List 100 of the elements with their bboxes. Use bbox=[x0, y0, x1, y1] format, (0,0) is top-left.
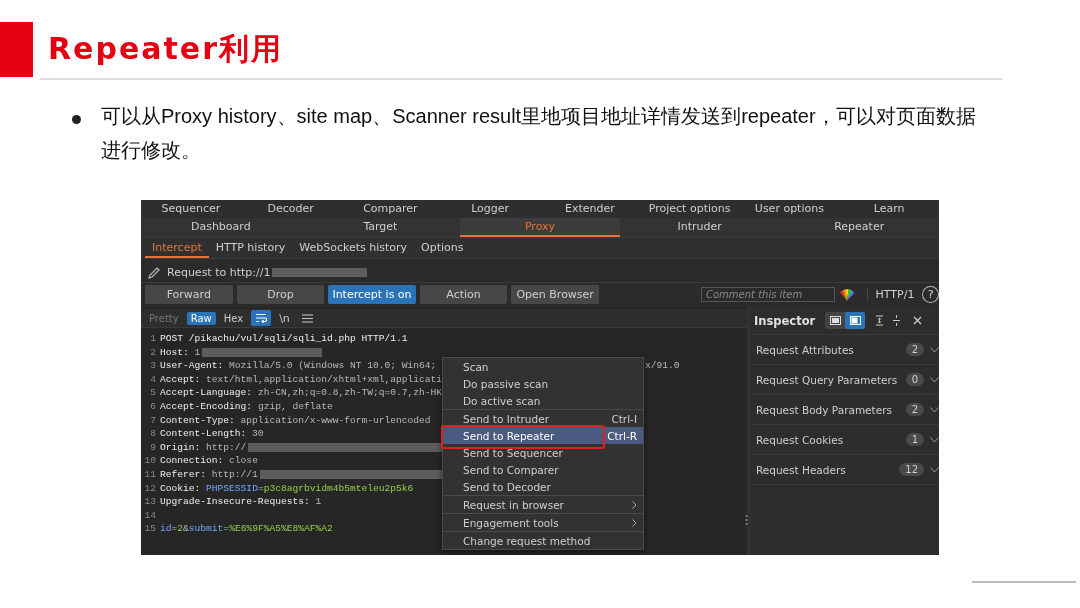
code-line: Accept-Language: zh-CN,zh;q=0.8,zh-TW;q=0.7,zh-HK bbox=[160, 386, 443, 400]
bullet-icon bbox=[72, 115, 81, 124]
wrap-icon bbox=[255, 313, 268, 323]
tool-tab[interactable]: User options bbox=[739, 200, 840, 218]
menu-item[interactable]: Do active scan bbox=[443, 392, 643, 409]
menu-item-label: Send to Intruder bbox=[463, 412, 549, 425]
menu-item-label: Send to Decoder bbox=[463, 480, 551, 493]
inspector-section[interactable]: Request Headers 12 bbox=[750, 455, 939, 485]
layout-button[interactable] bbox=[845, 312, 866, 329]
newline-button[interactable]: \n bbox=[275, 310, 294, 326]
menu-item[interactable]: Send to Sequencer bbox=[443, 444, 643, 461]
sub-tab[interactable]: WebSockets history bbox=[292, 238, 415, 258]
tool-tab[interactable]: Project options bbox=[639, 200, 740, 218]
line-number: 11 bbox=[143, 467, 157, 482]
menu-item[interactable]: Send to Decoder bbox=[443, 478, 643, 495]
main-tab[interactable]: Proxy bbox=[460, 218, 620, 237]
menu-item[interactable]: Do passive scan bbox=[443, 375, 643, 392]
main-tab[interactable]: Dashboard bbox=[141, 218, 301, 237]
code-line: id=2&submit=%E6%9F%A5%E8%AF%A2 bbox=[160, 522, 333, 536]
menu-item[interactable]: Engagement tools bbox=[443, 514, 643, 531]
code-line: User-Agent: Mozilla/5.0 (Windows NT 10.0; Win64; bbox=[160, 359, 437, 373]
chevron-down-icon[interactable] bbox=[930, 346, 939, 353]
tool-tab[interactable]: Extender bbox=[540, 200, 640, 218]
tool-tab[interactable]: Learn bbox=[839, 200, 939, 218]
chevron-down-icon[interactable] bbox=[930, 406, 939, 413]
expand-icon[interactable] bbox=[875, 315, 885, 326]
code-line: Cookie: PHPSESSID=p3c8agrbvidm4b5mteleu2p5k6 bbox=[160, 481, 414, 496]
code-line: Origin: http:// bbox=[160, 440, 247, 455]
wrap-button[interactable] bbox=[251, 310, 272, 326]
toolbar-button[interactable]: Forward bbox=[145, 285, 233, 304]
menu-item-label: Do active scan bbox=[463, 394, 541, 407]
menu-item[interactable]: Change request method bbox=[443, 532, 643, 549]
line-number: 13 bbox=[143, 495, 157, 509]
menu-item[interactable]: Send to Intruder Ctrl-I bbox=[443, 410, 643, 427]
section-label: Request Attributes bbox=[756, 343, 855, 356]
tool-tab[interactable]: Logger bbox=[440, 200, 540, 218]
toolbar-button[interactable]: Open Browser bbox=[511, 285, 599, 304]
tool-tab[interactable]: Comparer bbox=[340, 200, 441, 218]
request-url: Request to http://1 bbox=[167, 266, 271, 279]
comment-field[interactable]: Comment this item bbox=[700, 287, 835, 302]
main-tab[interactable]: Intruder bbox=[619, 218, 780, 237]
toolbar-button[interactable]: Drop bbox=[236, 285, 325, 304]
toolbar-button[interactable]: Action bbox=[419, 285, 508, 304]
code-line: Connection: close bbox=[160, 454, 258, 468]
line-number: 7 bbox=[149, 413, 157, 428]
panel-layout-icon bbox=[829, 316, 841, 325]
sub-tab[interactable]: Options bbox=[414, 238, 471, 258]
shortcut-label: Ctrl-R bbox=[607, 429, 637, 442]
bullet-text: 可以从Proxy history、site map、Scanner result里地项目地址详情发送到repeater，可以对页面数据进行修改。 bbox=[101, 104, 977, 163]
chevron-down-icon[interactable] bbox=[930, 466, 939, 473]
view-tab[interactable]: Raw bbox=[186, 311, 216, 325]
menu-item-label: Do passive scan bbox=[463, 377, 549, 390]
count-badge: 12 bbox=[899, 463, 924, 476]
line-number: 1 bbox=[149, 332, 157, 346]
view-tab[interactable]: Hex bbox=[219, 311, 248, 325]
pencil-icon bbox=[147, 265, 161, 280]
chevron-down-icon[interactable] bbox=[930, 376, 939, 383]
toolbar-button[interactable]: Intercept is on bbox=[328, 285, 416, 304]
inspector-section[interactable]: Request Body Parameters 2 bbox=[750, 395, 939, 425]
line-number: 14 bbox=[143, 508, 157, 523]
menu-icon bbox=[301, 313, 313, 323]
count-badge: 2 bbox=[905, 403, 924, 416]
code-line: Accept-Encoding: gzip, deflate bbox=[160, 399, 333, 414]
line-number: 6 bbox=[149, 399, 157, 414]
main-tab[interactable]: Repeater bbox=[779, 218, 939, 237]
inspector-section[interactable]: Request Attributes 2 bbox=[750, 335, 939, 365]
side-panel-icon bbox=[849, 316, 861, 325]
collapse-icon[interactable] bbox=[892, 315, 902, 326]
code-line: x/91.0 bbox=[645, 359, 680, 373]
inspector-section[interactable]: Request Query Parameters 0 bbox=[750, 365, 939, 395]
highlight-color-icon[interactable] bbox=[838, 287, 855, 302]
line-number: 8 bbox=[149, 427, 157, 441]
code-line: Host: 1 bbox=[160, 345, 201, 360]
section-label: Request Body Parameters bbox=[756, 403, 893, 416]
line-number: 5 bbox=[149, 386, 157, 400]
tool-tab[interactable]: Decoder bbox=[240, 200, 341, 218]
menu-item[interactable]: Send to Comparer bbox=[443, 461, 643, 478]
line-number: 2 bbox=[149, 345, 157, 360]
tool-tab[interactable]: Sequencer bbox=[141, 200, 241, 218]
menu-item[interactable]: Send to Repeater Ctrl-R bbox=[443, 427, 643, 444]
menu-item[interactable]: Request in browser bbox=[443, 496, 643, 513]
resize-grip-icon[interactable] bbox=[745, 515, 748, 525]
code-line: Accept: text/html,application/xhtml+xml,applicati bbox=[160, 372, 443, 387]
menu-item-label: Engagement tools bbox=[463, 516, 559, 529]
section-label: Request Query Parameters bbox=[756, 373, 899, 386]
line-number: 15 bbox=[143, 522, 157, 536]
section-label: Request Headers bbox=[756, 463, 847, 476]
sub-tab[interactable]: HTTP history bbox=[208, 238, 293, 258]
count-badge: 0 bbox=[905, 373, 924, 386]
line-number: 10 bbox=[143, 454, 157, 468]
menu-item[interactable]: Scan bbox=[443, 358, 643, 375]
section-label: Request Cookies bbox=[756, 433, 845, 446]
panel-title: Inspector bbox=[754, 313, 816, 328]
sub-tab[interactable]: Intercept bbox=[145, 238, 209, 258]
chevron-down-icon[interactable] bbox=[930, 436, 939, 443]
protocol-label[interactable]: HTTP/1 bbox=[866, 288, 915, 301]
main-tab[interactable]: Target bbox=[300, 218, 461, 237]
inspector-section[interactable]: Request Cookies 1 bbox=[750, 425, 939, 455]
close-icon[interactable] bbox=[913, 316, 923, 325]
code-line: POST /pikachu/vul/sqli/sqli_id.php HTTP/1.1 bbox=[160, 332, 408, 346]
